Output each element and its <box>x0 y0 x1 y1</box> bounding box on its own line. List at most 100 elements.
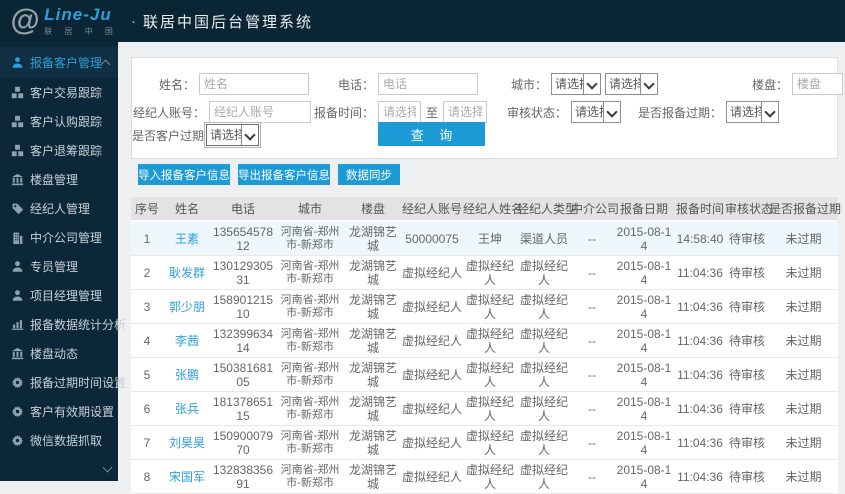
column-header: 经纪人姓名 <box>463 197 523 222</box>
table-cell: 2015-08-14 <box>613 221 675 256</box>
sidebar-item-label: 客户有效期设置 <box>30 405 115 419</box>
customer-name-cell: 宋国军 <box>163 459 211 494</box>
report-table-body: 1 王素 13565457812 河南省-郑州市-新郑市 龙湖锦艺城 50000075 王坤… <box>131 221 838 494</box>
user-icon <box>11 289 24 302</box>
header-separator: · <box>130 12 136 30</box>
table-cell: 13239963414 <box>211 323 275 358</box>
sidebar-item-agency-mgmt[interactable]: 中介公司管理 <box>0 223 118 252</box>
table-row: 6 张兵 18137865115 河南省-郑州市-新郑市 龙湖锦艺城 虚拟经纪人 虚拟经纪人… <box>131 391 838 426</box>
import-report-customers-button[interactable]: 导入报备客户信息 <box>138 164 230 185</box>
table-cell: 待审核 <box>725 289 769 324</box>
table-header-row: 序号 姓名 电话 城市 楼盘 经纪人账号 经纪人姓名 经纪人类型 中介公司 报备日期 报备时间 审核状… <box>131 197 841 222</box>
table-cell: 河南省-郑州市-新郑市 <box>275 391 345 426</box>
customer-name-cell: 郭少朋 <box>163 289 211 324</box>
sidebar-item-report-stats-analysis[interactable]: 报备数据统计分析 <box>0 310 126 339</box>
table-cell: 龙湖锦艺城 <box>345 425 401 460</box>
table-cell: 虚拟经纪人 <box>517 459 571 494</box>
table-cell: 15038168105 <box>211 357 275 392</box>
table-cell: 待审核 <box>725 425 769 460</box>
table-cell: 龙湖锦艺城 <box>345 255 401 290</box>
column-header: 序号 <box>131 197 163 222</box>
building-input[interactable] <box>792 73 843 95</box>
report-table-wrap: 序号 姓名 电话 城市 楼盘 经纪人账号 经纪人姓名 经纪人类型 中介公司 报备日期 报备时间 审核状… <box>131 197 841 494</box>
table-cell: 6 <box>131 391 163 426</box>
table-cell: 未过期 <box>769 459 838 494</box>
table-cell: 河南省-郑州市-新郑市 <box>275 459 345 494</box>
table-cell: 龙湖锦艺城 <box>345 459 401 494</box>
sidebar-item-customer-subscribe-track[interactable]: 客户认购跟踪 <box>0 107 118 136</box>
customer-name-link[interactable]: 耿发群 <box>169 266 205 280</box>
main-content: 姓名： 电话： 城市： 请选择 请选择 楼盘： 经纪人账号： <box>118 42 845 494</box>
name-label: 姓名： <box>158 77 195 92</box>
sidebar-item-specialist-mgmt[interactable]: 专员管理 <box>0 252 118 281</box>
table-cell: 虚拟经纪人 <box>463 289 517 324</box>
sidebar-item-label: 经纪人管理 <box>30 202 91 216</box>
customer-name-link[interactable]: 李茜 <box>175 334 199 348</box>
city-province-select[interactable]: 请选择 <box>551 73 601 95</box>
sidebar-item-label: 专员管理 <box>30 260 79 274</box>
sidebar-item-report-customer-mgmt[interactable]: 报备客户管理 <box>0 47 118 78</box>
column-header: 电话 <box>211 197 275 222</box>
sidebar-item-customer-trade-track[interactable]: 客户交易跟踪 <box>0 78 118 107</box>
table-row: 1 王素 13565457812 河南省-郑州市-新郑市 龙湖锦艺城 50000075 王坤… <box>131 221 838 256</box>
customer-name-link[interactable]: 郭少朋 <box>169 300 205 314</box>
report-time-from-input[interactable] <box>378 101 421 123</box>
chevron-down-icon <box>640 74 657 94</box>
chevron-down-icon <box>241 125 258 145</box>
report-expired-select[interactable]: 请选择 <box>726 101 779 123</box>
customer-name-link[interactable]: 刘昊昊 <box>169 436 205 450</box>
table-cell: 虚拟经纪人 <box>517 357 571 392</box>
table-cell: 虚拟经纪人 <box>401 289 463 324</box>
sidebar-item-customer-validity-setting[interactable]: 客户有效期设置 <box>0 397 118 426</box>
column-header: 经纪人账号 <box>401 197 463 222</box>
sidebar-item-report-expire-setting[interactable]: 报备过期时间设置 <box>0 368 126 397</box>
customer-name-link[interactable]: 张鹏 <box>175 368 199 382</box>
table-cell: 虚拟经纪人 <box>463 391 517 426</box>
table-cell: -- <box>571 357 613 392</box>
sidebar-item-customer-refund-track[interactable]: 客户退筹跟踪 <box>0 136 118 165</box>
table-cell: 2015-08-14 <box>613 323 675 358</box>
data-sync-button[interactable]: 数据同步 <box>338 164 400 185</box>
report-table: 序号 姓名 电话 城市 楼盘 经纪人账号 经纪人姓名 经纪人类型 中介公司 报备日期 报备时间 审核状… <box>131 197 841 494</box>
user-icon <box>11 56 24 69</box>
table-cell: 虚拟经纪人 <box>517 425 571 460</box>
customer-name-link[interactable]: 宋国军 <box>169 470 205 484</box>
table-cell: 河南省-郑州市-新郑市 <box>275 357 345 392</box>
cubes-icon <box>11 86 24 99</box>
sidebar-item-agent-mgmt[interactable]: 经纪人管理 <box>0 194 118 223</box>
table-cell: 15890121510 <box>211 289 275 324</box>
column-header: 报备时间 <box>675 197 725 222</box>
customer-expired-label: 是否客户过期： <box>132 128 217 143</box>
sidebar-item-label: 报备客户管理 <box>30 56 103 70</box>
sidebar-item-label: 楼盘动态 <box>30 347 79 361</box>
report-time-label: 报备时间： <box>313 105 374 120</box>
sidebar-scroll-chevron-down-icon[interactable] <box>102 458 113 476</box>
export-report-customers-button[interactable]: 导出报备客户信息 <box>238 164 330 185</box>
table-cell: -- <box>571 323 613 358</box>
customer-name-cell: 王素 <box>163 221 211 256</box>
table-row: 5 张鹏 15038168105 河南省-郑州市-新郑市 龙湖锦艺城 虚拟经纪人 虚拟经纪人… <box>131 357 838 392</box>
table-cell: 未过期 <box>769 289 838 324</box>
app-header: @ Line-Ju 联 居 中 国 · 联居中国后台管理系统 <box>0 0 845 42</box>
table-cell: 河南省-郑州市-新郑市 <box>275 323 345 358</box>
sidebar-item-building-mgmt[interactable]: 楼盘管理 <box>0 165 118 194</box>
customer-expired-field: 是否客户过期： 请选择 <box>132 122 261 148</box>
customer-name-cell: 耿发群 <box>163 255 211 290</box>
table-cell: 13565457812 <box>211 221 275 256</box>
customer-name-cell: 张鹏 <box>163 357 211 392</box>
customer-name-link[interactable]: 张兵 <box>175 402 199 416</box>
search-button[interactable]: 查 询 <box>378 122 485 146</box>
customer-name-link[interactable]: 王素 <box>175 232 199 246</box>
table-row: 8 宋国军 13283835691 河南省-郑州市-新郑市 龙湖锦艺城 虚拟经纪人 虚拟经纪… <box>131 459 838 494</box>
sidebar-item-wechat-data-fetch[interactable]: 微信数据抓取 <box>0 426 118 455</box>
table-cell: 虚拟经纪人 <box>401 425 463 460</box>
table-cell: 11:04:36 <box>675 459 725 494</box>
sidebar-item-label: 楼盘管理 <box>30 173 79 187</box>
customer-expired-select[interactable]: 请选择 <box>204 122 261 148</box>
sidebar-item-project-manager-mgmt[interactable]: 项目经理管理 <box>0 281 118 310</box>
sidebar-item-building-news[interactable]: 楼盘动态 <box>0 339 118 368</box>
sidebar-item-label: 客户交易跟踪 <box>30 86 103 100</box>
at-logo-icon: @ <box>10 4 40 37</box>
bank-icon <box>11 173 24 186</box>
city-district-select[interactable]: 请选择 <box>605 73 658 95</box>
